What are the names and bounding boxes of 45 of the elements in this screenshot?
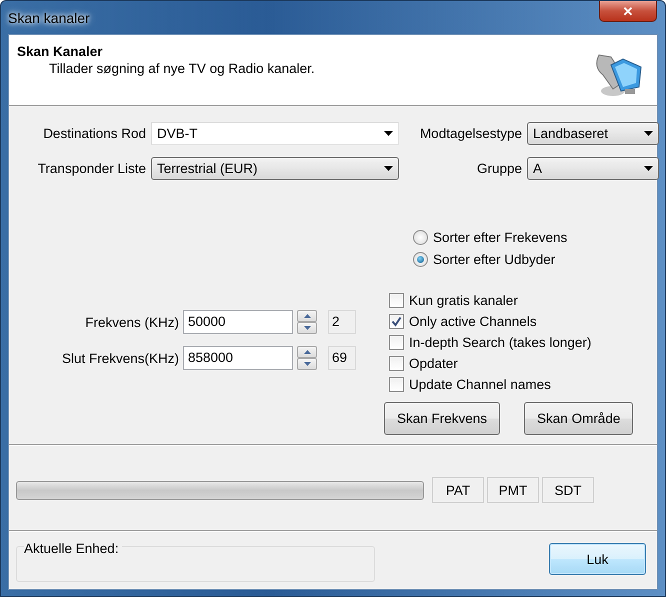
checkbox-label: In-depth Search (takes longer) [409, 335, 592, 350]
checkbox[interactable] [389, 293, 404, 308]
radio-label: Sorter efter Frekevens [433, 230, 568, 245]
spinner[interactable] [297, 310, 317, 334]
field-label: Frekvens (KHz) [84, 314, 179, 330]
field-label: Destinations Rod [42, 126, 146, 141]
field-label: Slut Frekvens(KHz) [60, 350, 179, 366]
checkbox-label: Only active Channels [409, 314, 537, 329]
close-button[interactable]: ✕ [599, 1, 657, 22]
table-button[interactable]: PAT [432, 477, 484, 503]
header-title: Skan Kanaler [17, 44, 104, 59]
field-label: Transponder Liste [36, 161, 146, 176]
caret-icon [384, 131, 393, 136]
table-button[interactable]: SDT [542, 477, 594, 503]
caret-icon [644, 131, 653, 136]
checkbox-label: Kun gratis kanaler [409, 293, 518, 308]
dropdown[interactable]: DVB-T [151, 122, 399, 145]
checkbox[interactable] [389, 335, 404, 350]
checkbox[interactable] [389, 356, 404, 371]
dropdown[interactable]: Terrestrial (EUR) [151, 157, 399, 180]
table-button[interactable]: PMT [487, 477, 539, 503]
group-label: Aktuelle Enhed: [24, 541, 122, 556]
window-title: Skan kanaler [8, 10, 90, 26]
checkbox[interactable] [389, 314, 404, 329]
header-subtitle: Tillader søgning af nye TV og Radio kanaler. [49, 61, 315, 76]
spinner[interactable] [297, 346, 317, 370]
caret-icon [384, 166, 393, 171]
dropdown[interactable]: Landbaseret [527, 122, 659, 145]
channel-field: 2 [328, 310, 356, 334]
dropdown[interactable]: A [527, 157, 659, 180]
checkbox-label: Update Channel names [409, 377, 551, 392]
input-field[interactable]: 50000 [183, 310, 293, 334]
checkbox-label: Opdater [409, 356, 458, 371]
radio-button[interactable] [413, 230, 428, 245]
scan-button[interactable]: Skan Område [524, 402, 634, 435]
radio-label: Sorter efter Udbyder [433, 252, 556, 267]
checkbox[interactable] [389, 377, 404, 392]
close-dialog-button[interactable]: Luk [549, 543, 646, 575]
channel-field: 69 [328, 346, 356, 370]
field-label: Modtagelsestype [418, 126, 522, 141]
field-label: Gruppe [476, 161, 522, 176]
input-field[interactable]: 858000 [183, 346, 293, 370]
scan-button[interactable]: Skan Frekvens [384, 402, 500, 435]
caret-icon [644, 166, 653, 171]
radio-button[interactable] [413, 252, 428, 267]
